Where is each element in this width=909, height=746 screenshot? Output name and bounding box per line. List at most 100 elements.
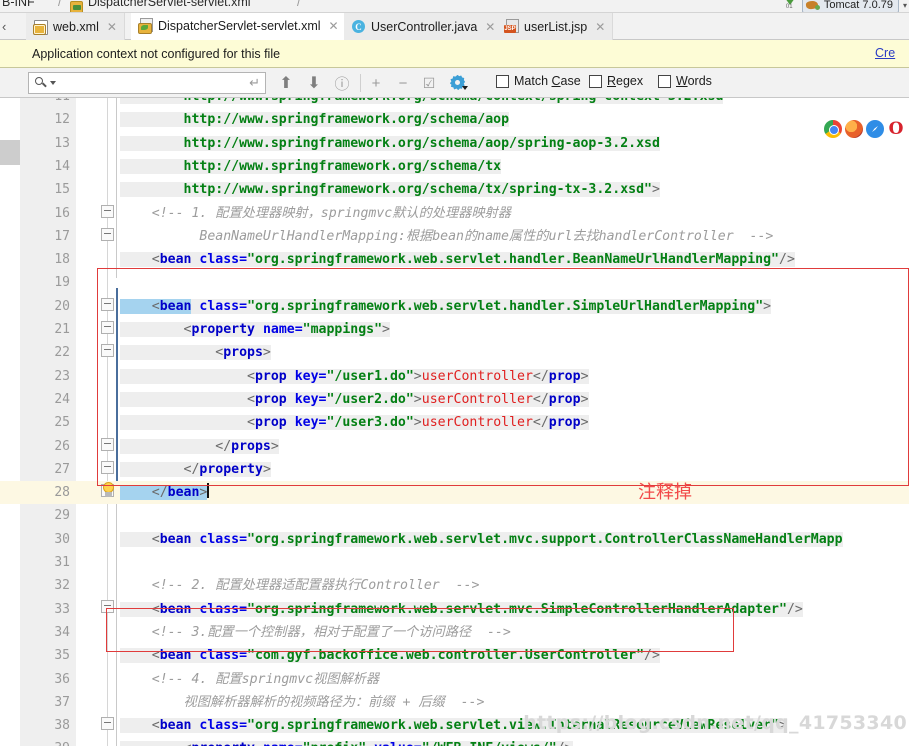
safari-icon[interactable] — [866, 120, 884, 138]
code-text[interactable]: 视图解析器解析的视频路径为：前缀 + 后缀 --> — [120, 691, 485, 714]
code-line[interactable]: 37 视图解析器解析的视频路径为：前缀 + 后缀 --> — [0, 691, 909, 714]
code-line[interactable]: 29 — [0, 504, 909, 527]
code-line[interactable]: 24 <prop key="/user2.do">userController<… — [0, 388, 909, 411]
opera-icon[interactable]: O — [887, 120, 905, 138]
coverage-icon[interactable]: 01 — [784, 0, 798, 12]
fold-marker[interactable] — [99, 715, 116, 732]
run-config-selector[interactable]: Tomcat 7.0.79 — [801, 0, 899, 12]
code-line[interactable]: 14 http://www.springframework.org/schema… — [0, 155, 909, 178]
code-text[interactable]: http://www.springframework.org/schema/tx… — [120, 178, 660, 201]
chevron-down-icon[interactable]: ▾ — [903, 1, 907, 10]
code-text[interactable]: http://www.springframework.org/schema/ao… — [120, 108, 510, 131]
tab-usercontroller-java[interactable]: C UserController.java ✕ — [344, 13, 504, 40]
fold-marker[interactable] — [99, 203, 116, 220]
breadcrumb-folder[interactable]: B-INF — [2, 0, 35, 9]
code-line[interactable]: 13 http://www.springframework.org/schema… — [0, 132, 909, 155]
code-text[interactable]: <bean class="org.springframework.web.ser… — [120, 528, 843, 551]
code-text[interactable]: http://www.springframework.org/schema/ao… — [120, 132, 660, 155]
code-text[interactable]: http://www.springframework.org/schema/co… — [120, 98, 724, 108]
search-input[interactable] — [56, 75, 250, 91]
code-text[interactable]: <bean class="org.springframework.web.ser… — [120, 598, 803, 621]
code-text[interactable]: <!-- 1. 配置处理器映射，springmvc默认的处理器映射器 — [120, 202, 511, 225]
code-text[interactable]: <!-- 4. 配置springmvc视图解析器 — [120, 668, 379, 691]
code-text[interactable]: </property> — [120, 458, 271, 481]
code-text[interactable]: <bean class="com.gyf.backoffice.web.cont… — [120, 644, 660, 667]
chrome-icon[interactable] — [824, 120, 842, 138]
code-line[interactable]: 22 <props> — [0, 341, 909, 364]
code-text[interactable]: <prop key="/user3.do">userController</pr… — [120, 411, 589, 434]
run-configuration-widget[interactable]: 01 Tomcat 7.0.79 ▾ — [784, 0, 907, 12]
close-icon[interactable]: ✕ — [485, 20, 495, 34]
remove-selection-button[interactable]: − — [393, 73, 413, 93]
code-line[interactable]: 36 <!-- 4. 配置springmvc视图解析器 — [0, 668, 909, 691]
code-text[interactable]: <property name="prefix" value="/WEB-INF/… — [120, 737, 573, 746]
checkbox-box[interactable] — [589, 74, 602, 88]
tab-scroll-left-icon[interactable]: ‹ — [2, 19, 6, 34]
find-all-button[interactable]: ⓘ — [332, 73, 352, 93]
create-context-link[interactable]: Cre — [875, 46, 907, 60]
match-case-checkbox[interactable]: Match Case — [496, 74, 581, 88]
code-line[interactable]: 26 </props> — [0, 435, 909, 458]
code-line[interactable]: 34 <!-- 3.配置一个控制器，相对于配置了一个访问路径 --> — [0, 621, 909, 644]
add-selection-button[interactable]: + — [366, 73, 386, 93]
code-line[interactable]: 21 <property name="mappings"> — [0, 318, 909, 341]
code-line[interactable]: 35 <bean class="com.gyf.backoffice.web.c… — [0, 644, 909, 667]
code-line[interactable]: 20 <bean class="org.springframework.web.… — [0, 295, 909, 318]
code-text[interactable]: http://www.springframework.org/schema/tx — [120, 155, 502, 178]
code-text[interactable]: </props> — [120, 435, 279, 458]
code-line[interactable]: 30 <bean class="org.springframework.web.… — [0, 528, 909, 551]
words-checkbox[interactable]: Words — [658, 74, 712, 88]
browser-run-icons[interactable]: O — [824, 120, 905, 138]
code-text[interactable]: <property name="mappings"> — [120, 318, 390, 341]
code-text[interactable]: BeanNameUrlHandlerMapping:根据bean的name属性的… — [120, 225, 773, 248]
checkbox-box[interactable] — [658, 74, 671, 88]
code-text[interactable]: <prop key="/user1.do">userController</pr… — [120, 365, 589, 388]
breadcrumb-file[interactable]: DispatcherServlet-servlet.xml — [88, 0, 251, 9]
find-previous-button[interactable]: ⬆ — [276, 73, 296, 93]
code-editor[interactable]: 11 http://www.springframework.org/schema… — [0, 98, 909, 746]
fold-marker[interactable] — [99, 342, 116, 359]
fold-marker[interactable] — [99, 459, 116, 476]
code-line[interactable]: 18 <bean class="org.springframework.web.… — [0, 248, 909, 271]
code-line[interactable]: 25 <prop key="/user3.do">userController<… — [0, 411, 909, 434]
code-line[interactable]: 19 — [0, 271, 909, 294]
code-line[interactable]: 23 <prop key="/user1.do">userController<… — [0, 365, 909, 388]
select-all-occurrences-button[interactable]: ☑ — [419, 73, 439, 93]
code-line[interactable]: 33 <bean class="org.springframework.web.… — [0, 598, 909, 621]
code-text[interactable]: <bean class="org.springframework.web.ser… — [120, 248, 795, 271]
close-icon[interactable]: ✕ — [107, 20, 117, 34]
code-text[interactable]: <!-- 2. 配置处理器适配置器执行Controller --> — [120, 574, 480, 597]
code-line[interactable]: 27 </property> — [0, 458, 909, 481]
fold-marker[interactable] — [99, 296, 116, 313]
checkbox-box[interactable] — [496, 74, 509, 88]
find-next-button[interactable]: ⬇ — [304, 73, 324, 93]
gear-icon[interactable] — [448, 73, 468, 93]
fold-marker[interactable] — [99, 436, 116, 453]
fold-marker[interactable] — [99, 319, 116, 336]
code-line[interactable]: 16 <!-- 1. 配置处理器映射，springmvc默认的处理器映射器 — [0, 202, 909, 225]
fold-marker[interactable] — [99, 598, 116, 615]
code-text[interactable]: </bean> — [120, 481, 209, 504]
search-field[interactable]: ↵ — [28, 72, 266, 94]
firefox-icon[interactable] — [845, 120, 863, 138]
code-line[interactable]: 39 <property name="prefix" value="/WEB-I… — [0, 737, 909, 746]
code-line[interactable]: 15 http://www.springframework.org/schema… — [0, 178, 909, 201]
code-line[interactable]: 32 <!-- 2. 配置处理器适配置器执行Controller --> — [0, 574, 909, 597]
code-text[interactable]: <props> — [120, 341, 271, 364]
code-text[interactable]: <prop key="/user2.do">userController</pr… — [120, 388, 589, 411]
tab-userlist-jsp[interactable]: JSP userList.jsp ✕ — [497, 13, 614, 40]
regex-checkbox[interactable]: Regex — [589, 74, 643, 88]
code-line[interactable]: 17 BeanNameUrlHandlerMapping:根据bean的name… — [0, 225, 909, 248]
intention-bulb-icon[interactable] — [101, 482, 116, 498]
tab-web-xml[interactable]: web.xml ✕ — [26, 13, 125, 40]
code-line[interactable]: 12 http://www.springframework.org/schema… — [0, 108, 909, 131]
fold-marker[interactable] — [99, 226, 116, 243]
code-line[interactable]: 31 — [0, 551, 909, 574]
close-icon[interactable]: ✕ — [329, 19, 339, 33]
code-text[interactable]: <!-- 3.配置一个控制器，相对于配置了一个访问路径 --> — [120, 621, 511, 644]
close-icon[interactable]: ✕ — [595, 20, 605, 34]
code-line[interactable]: 11 http://www.springframework.org/schema… — [0, 98, 909, 108]
code-line[interactable]: 28 </bean> — [0, 481, 909, 505]
code-text[interactable]: <bean class="org.springframework.web.ser… — [120, 295, 772, 318]
tab-dispatcherservlet-servlet-xml[interactable]: DispatcherServlet-servlet.xml ✕ — [131, 13, 347, 40]
